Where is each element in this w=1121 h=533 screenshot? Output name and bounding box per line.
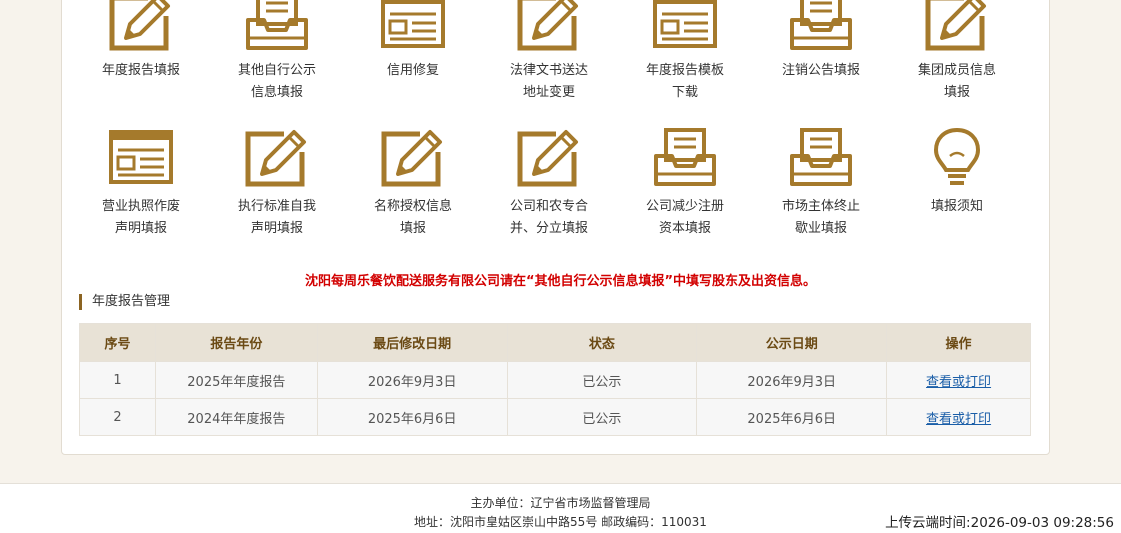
service-tile[interactable]: 营业执照作废 声明填报 (73, 124, 209, 240)
service-tile-label: 营业执照作废 声明填报 (101, 199, 180, 236)
cell-index: 2 (79, 398, 156, 436)
cell-publish-date: 2025年6月6日 (696, 398, 888, 436)
cell-index: 1 (79, 361, 156, 399)
service-tile[interactable]: 其他自行公示 信息填报 (209, 0, 345, 104)
service-tile[interactable]: 公司和农专合 并、分立填报 (481, 124, 617, 240)
table-header-row: 序号 报告年份 最后修改日期 状态 公示日期 操作 (79, 323, 1031, 362)
col-header-publish-date: 公示日期 (696, 323, 888, 362)
service-tile[interactable]: 年度报告填报 (73, 0, 209, 82)
inbox-tray-icon (650, 124, 720, 190)
cell-modified: 2025年6月6日 (316, 398, 508, 436)
table-row: 2 2024年年度报告 2025年6月6日 已公示 2025年6月6日 查看或打… (79, 398, 1031, 436)
service-tile[interactable]: 公司减少注册 资本填报 (617, 124, 753, 240)
service-tile[interactable]: 信用修复 (345, 0, 481, 82)
service-tile[interactable]: 执行标准自我 声明填报 (209, 124, 345, 240)
form-window-icon (106, 124, 176, 190)
inbox-tray-icon (242, 0, 312, 54)
service-tile[interactable]: 填报须知 (889, 124, 1025, 218)
lightbulb-icon (922, 124, 992, 190)
pen-edit-icon (242, 124, 312, 190)
col-header-action: 操作 (886, 323, 1031, 362)
table-row: 1 2025年年度报告 2026年9月3日 已公示 2026年9月3日 查看或打… (79, 361, 1031, 399)
service-tile-label: 其他自行公示 信息填报 (237, 63, 316, 100)
service-tile-label: 集团成员信息 填报 (917, 63, 996, 100)
col-header-modified: 最后修改日期 (316, 323, 508, 362)
cell-status: 已公示 (506, 398, 698, 436)
service-tile[interactable]: 年度报告模板 下载 (617, 0, 753, 104)
col-header-status: 状态 (506, 323, 698, 362)
service-tile-label: 注销公告填报 (781, 63, 860, 78)
service-tile-label: 市场主体终止 歇业填报 (781, 199, 860, 236)
cell-modified: 2026年9月3日 (316, 361, 508, 399)
cell-year: 2024年年度报告 (154, 398, 318, 436)
annual-report-table: 序号 报告年份 最后修改日期 状态 公示日期 操作 1 2025年年度报告 20… (79, 323, 1031, 436)
service-tile-label: 公司减少注册 资本填报 (645, 199, 724, 236)
col-header-index: 序号 (79, 323, 156, 362)
pen-edit-icon (514, 124, 584, 190)
section-title: 年度报告管理 (79, 294, 170, 310)
cell-publish-date: 2026年9月3日 (696, 361, 888, 399)
col-header-year: 报告年份 (154, 323, 318, 362)
service-tile-label: 公司和农专合 并、分立填报 (509, 199, 588, 236)
service-tile-label: 年度报告填报 (101, 63, 180, 78)
pen-edit-icon (106, 0, 176, 54)
service-tile-label: 法律文书送达 地址变更 (509, 63, 588, 100)
pen-edit-icon (922, 0, 992, 54)
upload-time: 上传云端时间:2026-09-03 09:28:56 (885, 515, 1114, 531)
notice-text: 沈阳每周乐餐饮配送服务有限公司请在“其他自行公示信息填报”中填写股东及出资信息。 (304, 274, 817, 289)
service-tile[interactable]: 名称授权信息 填报 (345, 124, 481, 240)
form-window-icon (650, 0, 720, 54)
pen-edit-icon (514, 0, 584, 54)
service-tile-label: 名称授权信息 填报 (373, 199, 452, 236)
view-print-link[interactable]: 查看或打印 (926, 412, 991, 427)
service-tile[interactable]: 市场主体终止 歇业填报 (753, 124, 889, 240)
service-tile-label: 信用修复 (386, 63, 439, 78)
service-tile-label: 执行标准自我 声明填报 (237, 199, 316, 236)
service-tile-label: 年度报告模板 下载 (645, 63, 724, 100)
cell-action: 查看或打印 (886, 361, 1031, 399)
inbox-tray-icon (786, 124, 856, 190)
service-tile-label: 填报须知 (930, 199, 983, 214)
cell-action: 查看或打印 (886, 398, 1031, 436)
cell-year: 2025年年度报告 (154, 361, 318, 399)
service-tile[interactable]: 注销公告填报 (753, 0, 889, 82)
pen-edit-icon (378, 124, 448, 190)
form-window-icon (378, 0, 448, 54)
cell-status: 已公示 (506, 361, 698, 399)
service-tile[interactable]: 集团成员信息 填报 (889, 0, 1025, 104)
inbox-tray-icon (786, 0, 856, 54)
footer-sponsor: 主办单位：辽宁省市场监督管理局 (470, 496, 651, 510)
view-print-link[interactable]: 查看或打印 (926, 375, 991, 390)
service-grid: 年度报告填报 其他自行公示 信息填报 信用修复 法律文书送达 地址变更 年度报告… (79, 0, 1031, 255)
service-tile[interactable]: 法律文书送达 地址变更 (481, 0, 617, 104)
